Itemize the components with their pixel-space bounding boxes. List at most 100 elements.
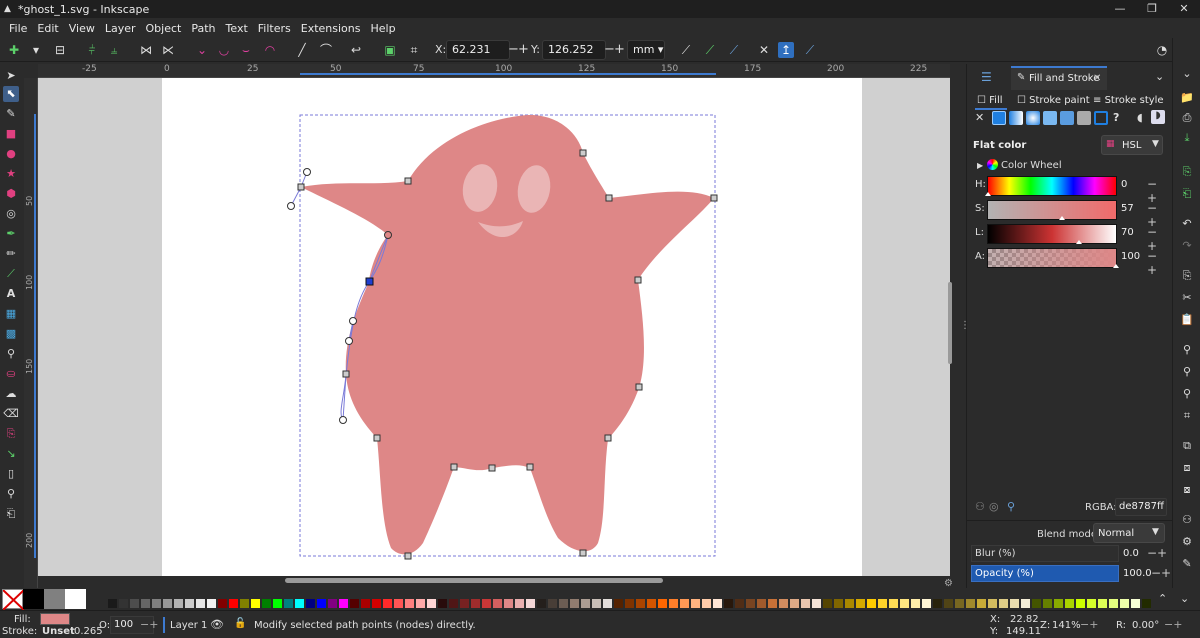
palette-swatch[interactable] <box>724 599 733 608</box>
palette-swatch[interactable] <box>933 599 942 608</box>
palette-swatch[interactable] <box>702 599 711 608</box>
saturation-slider[interactable] <box>987 200 1117 220</box>
stroke-indicator[interactable]: Unset <box>42 626 75 638</box>
node-smooth-icon[interactable]: ◡ <box>216 42 232 58</box>
saturation-slider-thumb[interactable] <box>1059 216 1065 220</box>
palette-swatch[interactable] <box>592 599 601 608</box>
palette-menu-icon[interactable]: ⌄ <box>1180 592 1189 605</box>
calligraphy-tool-icon[interactable]: ⟋ <box>3 266 19 282</box>
menu-view[interactable]: View <box>64 22 100 35</box>
vertical-scrollbar[interactable] <box>948 282 952 364</box>
palette-scroll-up-icon[interactable]: ⌃ <box>1158 592 1167 605</box>
tweak-tool-icon[interactable]: ✎ <box>3 106 19 122</box>
palette-swatch[interactable] <box>240 599 249 608</box>
path-node[interactable] <box>634 276 642 284</box>
x-increment-icon[interactable]: + <box>518 42 529 58</box>
lightness-slider[interactable] <box>987 224 1117 244</box>
ellipse-tool-icon[interactable]: ● <box>3 146 19 162</box>
duplicate-icon[interactable]: ⧉ <box>1179 438 1195 454</box>
menu-filters[interactable]: Filters <box>253 22 296 35</box>
palette-swatch[interactable] <box>152 599 161 608</box>
palette-swatch[interactable] <box>823 599 832 608</box>
palette-swatch[interactable] <box>1076 599 1085 608</box>
palette-swatch[interactable] <box>977 599 986 608</box>
mesh-tool-icon[interactable]: ▩ <box>3 326 19 342</box>
palette-swatch[interactable] <box>1010 599 1019 608</box>
snap-toggle-icon[interactable]: ◔ <box>1154 42 1170 58</box>
mesh-gradient-icon[interactable] <box>1043 111 1057 125</box>
path-node[interactable] <box>604 434 612 442</box>
palette-swatch[interactable] <box>394 599 403 608</box>
mask-edit-icon[interactable]: ↥ <box>778 42 794 58</box>
palette-swatch[interactable] <box>306 599 315 608</box>
paste-icon[interactable]: 📋 <box>1179 312 1195 328</box>
group-icon[interactable]: ⚇ <box>1179 512 1195 528</box>
palette-swatch[interactable] <box>504 599 513 608</box>
layer-lock-icon[interactable]: 🔓 <box>234 618 246 629</box>
palette-swatch[interactable] <box>383 599 392 608</box>
path-node[interactable] <box>526 463 534 471</box>
palette-swatch[interactable] <box>889 599 898 608</box>
palette-swatch[interactable] <box>361 599 370 608</box>
palette-swatch[interactable] <box>548 599 557 608</box>
node-symmetric-icon[interactable]: ⌣ <box>238 42 254 58</box>
drawing-canvas[interactable] <box>38 78 950 576</box>
selector-tool-icon[interactable]: ➤ <box>3 68 19 84</box>
gradient-tool-icon[interactable]: ▦ <box>3 306 19 322</box>
palette-swatch[interactable] <box>449 599 458 608</box>
save-icon[interactable]: ⤓ <box>1179 130 1195 146</box>
dropdown-arrow-icon[interactable]: ▾ <box>28 42 44 58</box>
hue-slider[interactable] <box>985 176 1117 196</box>
3d-box-tool-icon[interactable]: ⬢ <box>3 186 19 202</box>
open-file-icon[interactable]: 📁 <box>1179 90 1195 106</box>
node-tool-icon[interactable]: ⬉ <box>3 86 19 102</box>
zoom-tool-icon[interactable]: ⚲ <box>3 486 19 502</box>
node-handle[interactable] <box>345 337 353 345</box>
palette-swatch[interactable] <box>438 599 447 608</box>
saturation-value[interactable]: 57 <box>1121 203 1145 214</box>
node-cusp-icon[interactable]: ⌄ <box>194 42 210 58</box>
path-node[interactable] <box>342 370 350 378</box>
hue-slider-thumb[interactable] <box>985 192 991 196</box>
path-node[interactable] <box>297 183 305 191</box>
palette-swatch[interactable] <box>955 599 964 608</box>
print-icon[interactable]: ⎙ <box>1179 110 1195 126</box>
palette-swatch[interactable] <box>570 599 579 608</box>
node-handle[interactable] <box>303 168 311 176</box>
palette-swatch[interactable] <box>1065 599 1074 608</box>
document-tool-icon[interactable]: ⎗ <box>3 506 19 522</box>
break-path-icon[interactable]: ⫨ <box>106 42 122 58</box>
palette-swatch[interactable] <box>922 599 931 608</box>
lightness-value[interactable]: 70 <box>1121 227 1145 238</box>
tab-fill-and-stroke[interactable]: ✎ Fill and Stroke ✕ <box>1011 66 1107 90</box>
path-node[interactable] <box>373 434 381 442</box>
palette-swatch[interactable] <box>735 599 744 608</box>
rotation-value[interactable]: 0.00° <box>1132 620 1159 632</box>
alpha-slider[interactable] <box>987 248 1119 268</box>
palette-swatch[interactable] <box>328 599 337 608</box>
panel-dropdown-icon[interactable]: ⌄ <box>1155 70 1164 83</box>
show-handles-icon[interactable]: ⟋ <box>702 42 718 58</box>
rotation-stepper-icon[interactable]: −+ <box>1164 618 1182 631</box>
menu-object[interactable]: Object <box>141 22 187 35</box>
palette-swatch[interactable] <box>119 599 128 608</box>
palette-swatch[interactable] <box>218 599 227 608</box>
palette-swatch[interactable] <box>537 599 546 608</box>
palette-swatch[interactable] <box>1098 599 1107 608</box>
show-outline-icon[interactable]: ⟋ <box>726 42 742 58</box>
palette-swatch[interactable] <box>757 599 766 608</box>
segment-line-icon[interactable]: ╱ <box>294 42 310 58</box>
opacity-stepper-icon[interactable]: −+ <box>140 618 158 631</box>
x-coordinate-input[interactable]: 62.231 <box>446 40 510 60</box>
zoom-stepper-icon[interactable]: −+ <box>1080 618 1098 631</box>
node-auto-icon[interactable]: ◠ <box>262 42 278 58</box>
black-swatch[interactable] <box>23 589 44 609</box>
palette-swatch[interactable] <box>284 599 293 608</box>
undo-icon[interactable]: ↶ <box>1179 216 1195 232</box>
import-icon[interactable]: ⎘ <box>1179 164 1195 180</box>
menu-text[interactable]: Text <box>221 22 253 35</box>
fill-indicator[interactable] <box>40 613 70 625</box>
delete-segment-icon[interactable]: ⋉ <box>160 42 176 58</box>
opacity-stepper-icon[interactable]: −+ <box>1151 566 1171 580</box>
palette-swatch[interactable] <box>196 599 205 608</box>
